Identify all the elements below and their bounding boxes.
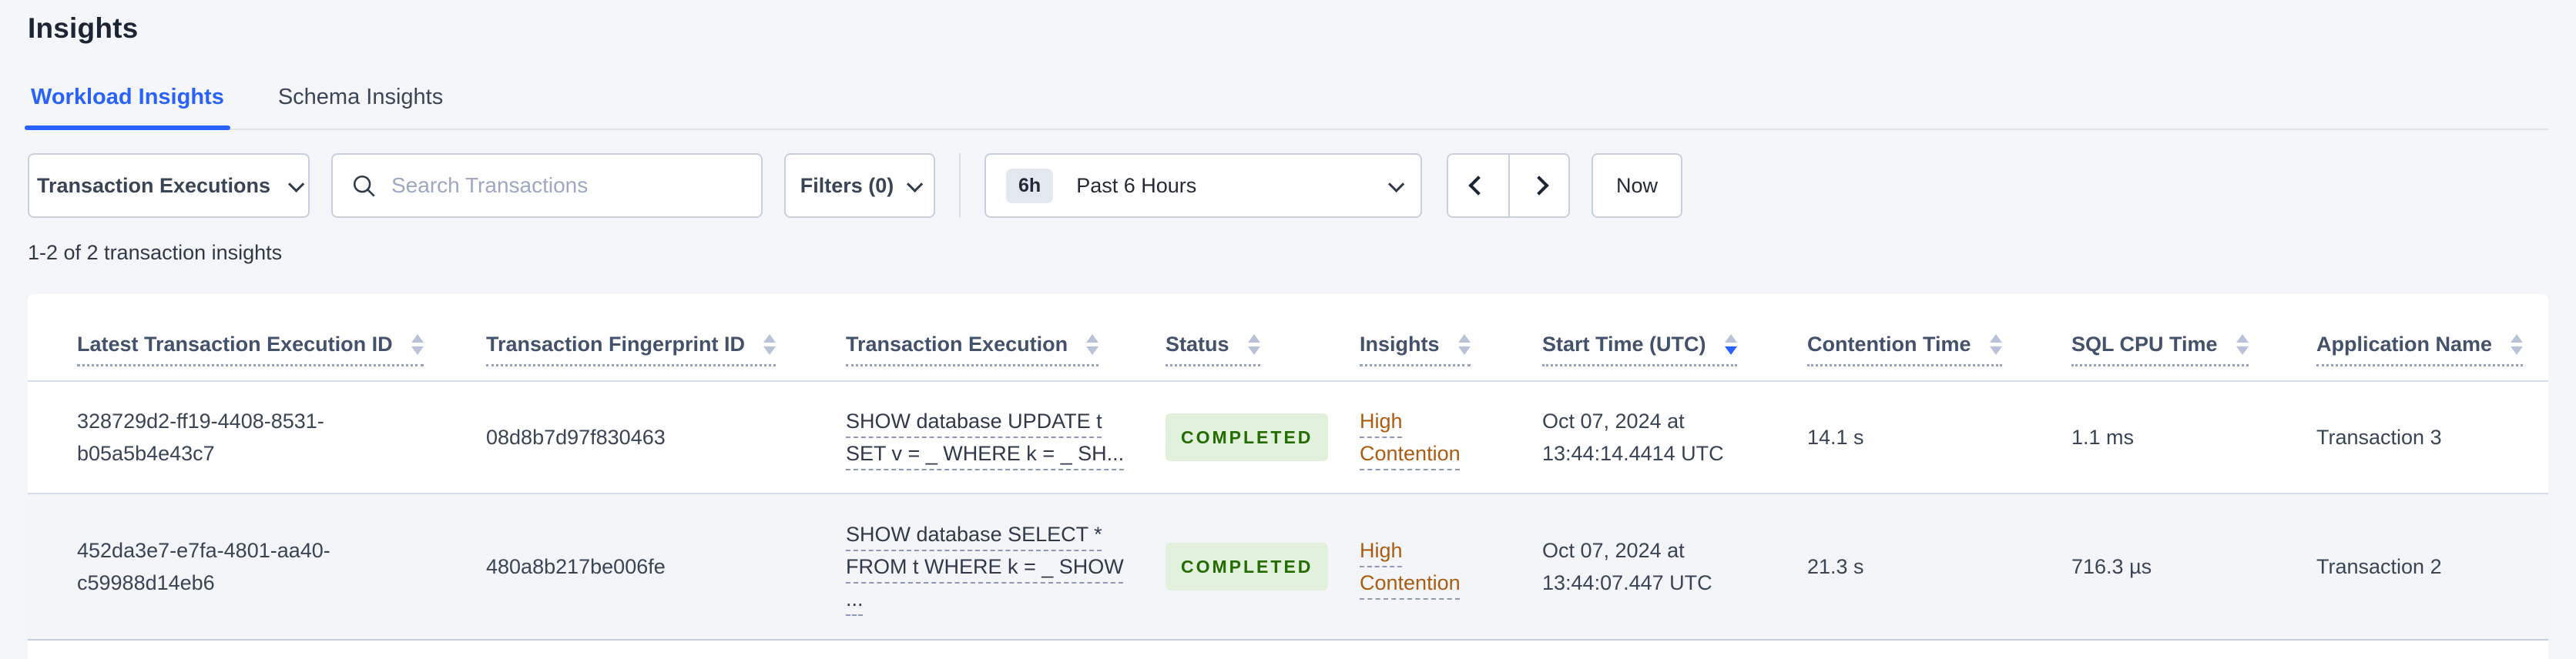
tab-bar: Workload Insights Schema Insights	[25, 85, 2548, 130]
previous-time-range-button[interactable]	[1448, 155, 1508, 216]
column-header-start-time[interactable]: Start Time (UTC)	[1542, 333, 1807, 366]
chevron-down-icon	[288, 176, 305, 192]
contention-time: 14.1 s	[1807, 426, 1864, 449]
sort-icon	[1989, 334, 2002, 355]
column-header-insights[interactable]: Insights	[1360, 333, 1542, 366]
insight-link[interactable]: High Contention	[1360, 405, 1498, 470]
time-range-picker[interactable]: 6h Past 6 Hours	[984, 153, 1422, 218]
column-header-contention-time[interactable]: Contention Time	[1807, 333, 2071, 366]
insights-page: Insights Workload Insights Schema Insigh…	[0, 0, 2576, 659]
filters-dropdown-label: Filters (0)	[800, 173, 894, 197]
time-range-badge: 6h	[1006, 168, 1054, 203]
sort-icon	[1457, 334, 1471, 355]
chevron-left-icon	[1468, 176, 1488, 196]
status-badge: COMPLETED	[1166, 413, 1329, 461]
chevron-down-icon	[907, 176, 924, 192]
start-time: Oct 07, 2024 at 13:44:07.447 UTC	[1542, 539, 1712, 594]
column-header-transaction-execution[interactable]: Transaction Execution	[846, 333, 1166, 366]
next-time-range-button[interactable]	[1508, 155, 1568, 216]
tab-schema-insights[interactable]: Schema Insights	[275, 85, 446, 129]
column-header-latest-transaction-execution-id[interactable]: Latest Transaction Execution ID	[28, 333, 486, 366]
time-range-pager	[1447, 153, 1570, 218]
insight-type-dropdown-label: Transaction Executions	[36, 173, 271, 197]
tab-workload-insights[interactable]: Workload Insights	[25, 85, 230, 130]
sql-cpu-time: 1.1 ms	[2071, 426, 2135, 449]
transaction-execution-link[interactable]: SHOW database SELECT * FROM t WHERE k = …	[846, 523, 1124, 610]
table-row: 452da3e7-e7fa-4801-aa40-c59988d14eb6 480…	[28, 494, 2548, 641]
status-badge: COMPLETED	[1166, 543, 1329, 590]
search-icon	[353, 175, 375, 197]
search-box	[331, 153, 763, 218]
column-header-sql-cpu-time[interactable]: SQL CPU Time	[2071, 333, 2316, 366]
transaction-fingerprint-id: 480a8b217be006fe	[486, 555, 666, 578]
transaction-execution-link[interactable]: SHOW database UPDATE t SET v = _ WHERE k…	[846, 410, 1124, 465]
insight-type-dropdown[interactable]: Transaction Executions	[28, 153, 310, 218]
now-button[interactable]: Now	[1592, 153, 1682, 218]
page-title: Insights	[28, 12, 139, 44]
now-button-label: Now	[1615, 173, 1658, 197]
toolbar: Transaction Executions Filters (0) 6h Pa…	[28, 153, 2548, 218]
sort-icon-active-desc	[1724, 334, 1737, 355]
sql-cpu-time: 716.3 µs	[2071, 555, 2152, 578]
column-header-application-name[interactable]: Application Name	[2316, 333, 2551, 366]
sort-icon	[2511, 334, 2524, 355]
sort-icon	[411, 334, 424, 355]
insights-table-card: Latest Transaction Execution ID Transact…	[28, 294, 2548, 659]
latest-transaction-execution-id: 452da3e7-e7fa-4801-aa40-c59988d14eb6	[77, 539, 330, 594]
results-summary: 1-2 of 2 transaction insights	[28, 241, 283, 264]
insight-link[interactable]: High Contention	[1360, 534, 1498, 599]
application-name: Transaction 2	[2316, 555, 2442, 578]
latest-transaction-execution-id: 328729d2-ff19-4408-8531-b05a5b4e43c7	[77, 410, 324, 465]
table-header-row: Latest Transaction Execution ID Transact…	[28, 294, 2548, 382]
column-header-transaction-fingerprint-id[interactable]: Transaction Fingerprint ID	[486, 333, 846, 366]
contention-time: 21.3 s	[1807, 555, 1864, 578]
table-row: 328729d2-ff19-4408-8531-b05a5b4e43c7 08d…	[28, 382, 2548, 494]
time-range-label: Past 6 Hours	[1076, 173, 1197, 197]
transaction-fingerprint-id: 08d8b7d97f830463	[486, 426, 666, 449]
sort-icon	[1086, 334, 1099, 355]
chevron-right-icon	[1529, 176, 1549, 196]
sort-icon	[1247, 334, 1260, 355]
start-time: Oct 07, 2024 at 13:44:14.4414 UTC	[1542, 410, 1724, 465]
sort-icon	[763, 334, 776, 355]
sort-icon	[2236, 334, 2249, 355]
filters-dropdown[interactable]: Filters (0)	[784, 153, 935, 218]
chevron-down-icon	[1388, 176, 1405, 192]
application-name: Transaction 3	[2316, 426, 2442, 449]
column-header-status[interactable]: Status	[1166, 333, 1360, 366]
search-input[interactable]	[333, 155, 761, 216]
toolbar-divider	[959, 153, 961, 218]
